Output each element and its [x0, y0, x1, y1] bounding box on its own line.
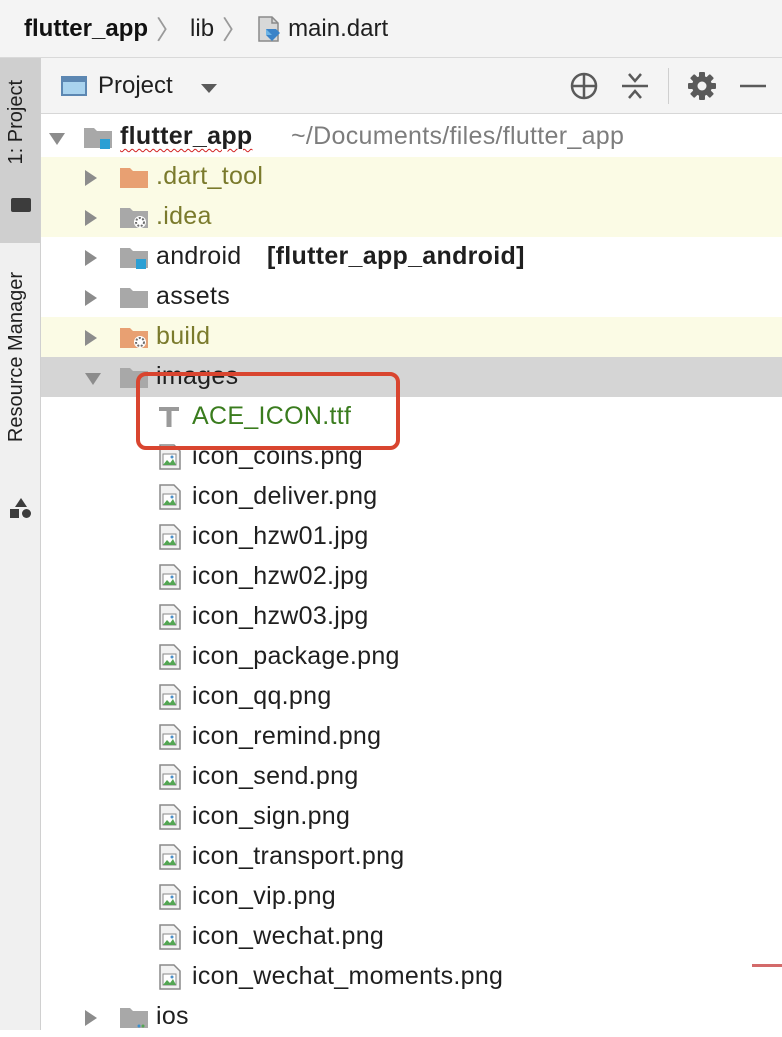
project-window-icon	[61, 76, 87, 96]
tree-label-build: build	[156, 322, 211, 350]
tree-label-root: flutter_app	[120, 122, 252, 151]
tree-row-file[interactable]: icon_deliver.png	[41, 477, 782, 517]
tree-file-label: icon_package.png	[192, 642, 400, 670]
project-view-selector[interactable]: Project	[98, 72, 173, 100]
tree-row-file[interactable]: icon_remind.png	[41, 717, 782, 757]
folder-icon	[11, 198, 31, 212]
tree-label-assets: assets	[156, 282, 231, 310]
image-file-icon	[159, 684, 181, 710]
root-name: flutter_app	[120, 122, 253, 150]
expand-arrow-icon[interactable]	[85, 250, 97, 266]
expand-arrow-icon[interactable]	[85, 210, 97, 226]
image-file-icon	[159, 884, 181, 910]
tree-label-android: android	[156, 242, 242, 270]
image-file-icon	[159, 644, 181, 670]
tree-file-label: icon_deliver.png	[192, 482, 378, 510]
tree-row-file[interactable]: icon_send.png	[41, 757, 782, 797]
image-file-icon	[159, 724, 181, 750]
breadcrumb-project[interactable]: flutter_app	[24, 15, 148, 43]
tree-row-assets[interactable]: assets	[41, 277, 782, 317]
tree-row-file[interactable]: icon_vip.png	[41, 877, 782, 917]
tree-file-label: icon_hzw03.jpg	[192, 602, 369, 630]
tree-root-path: ~/Documents/files/flutter_app	[291, 122, 625, 150]
tree-label-ios: ios	[156, 1002, 189, 1030]
tree-file-label: icon_wechat_moments.png	[192, 962, 504, 990]
tool-window-strip: 1: Project Resource Manager	[0, 58, 41, 1030]
crosshair-icon[interactable]	[568, 70, 600, 102]
expand-arrow-icon[interactable]	[85, 1010, 97, 1026]
chevron-down-icon[interactable]	[201, 84, 217, 93]
breadcrumb: flutter_app 〉 lib 〉 main.dart	[0, 0, 782, 58]
tree-file-label: icon_hzw02.jpg	[192, 562, 369, 590]
tree-row-file[interactable]: icon_sign.png	[41, 797, 782, 837]
tree-file-label: icon_remind.png	[192, 722, 382, 750]
module-folder-icon	[84, 128, 112, 149]
gear-icon[interactable]	[686, 70, 718, 102]
tree-row-file[interactable]: icon_hzw02.jpg	[41, 557, 782, 597]
tree-file-label: icon_hzw01.jpg	[192, 522, 369, 550]
excluded-folder-icon	[120, 328, 148, 348]
tree-row-ios[interactable]: ios	[41, 997, 782, 1037]
tree-row-file[interactable]: icon_qq.png	[41, 677, 782, 717]
tree-row-file[interactable]: icon_wechat_moments.png	[41, 957, 782, 997]
tree-row-idea[interactable]: .idea	[41, 197, 782, 237]
image-file-icon	[159, 524, 181, 550]
breadcrumb-folder[interactable]: lib	[190, 15, 214, 43]
resource-manager-icon	[10, 498, 31, 518]
image-file-icon	[159, 924, 181, 950]
expand-arrow-icon[interactable]	[85, 290, 97, 306]
image-file-icon	[159, 764, 181, 790]
image-file-icon	[159, 844, 181, 870]
folder-icon	[120, 288, 148, 308]
tree-file-label: icon_vip.png	[192, 882, 336, 910]
breadcrumb-file-label: main.dart	[288, 14, 389, 42]
expand-arrow-icon[interactable]	[85, 170, 97, 186]
error-stripe-marker	[752, 964, 782, 967]
resource-manager-tab[interactable]: Resource Manager	[0, 258, 40, 528]
project-panel-header: Project	[41, 58, 782, 114]
tree-row-file[interactable]: icon_wechat.png	[41, 917, 782, 957]
tree-row-file[interactable]: icon_hzw03.jpg	[41, 597, 782, 637]
collapse-all-icon[interactable]	[619, 70, 651, 102]
tree-row-build[interactable]: build	[41, 317, 782, 357]
expand-arrow-icon[interactable]	[85, 373, 101, 385]
tree-row-android[interactable]: android [flutter_app_android]	[41, 237, 782, 277]
tree-file-label: icon_transport.png	[192, 842, 405, 870]
project-tool-tab[interactable]: 1: Project	[0, 58, 40, 243]
config-folder-icon	[120, 208, 148, 228]
tree-row-dart-tool[interactable]: .dart_tool	[41, 157, 782, 197]
breadcrumb-file[interactable]: main.dart	[256, 15, 388, 43]
tree-file-label: icon_qq.png	[192, 682, 332, 710]
tree-file-label: icon_sign.png	[192, 802, 351, 830]
tree-row-root[interactable]: flutter_app ~/Documents/files/flutter_ap…	[41, 117, 782, 157]
image-file-icon	[159, 564, 181, 590]
dart-file-icon	[258, 15, 281, 42]
tree-label-idea: .idea	[156, 202, 212, 230]
project-tab-label: 1: Project	[5, 80, 27, 165]
folder-icon	[120, 1008, 148, 1028]
tree-row-file[interactable]: icon_hzw01.jpg	[41, 517, 782, 557]
header-divider	[668, 68, 669, 104]
tree-row-file[interactable]: icon_package.png	[41, 637, 782, 677]
tree-android-module: [flutter_app_android]	[267, 242, 525, 270]
image-file-icon	[159, 604, 181, 630]
expand-arrow-icon[interactable]	[49, 133, 65, 145]
tree-row-file[interactable]: icon_transport.png	[41, 837, 782, 877]
module-folder-icon	[120, 248, 148, 269]
image-file-icon	[159, 804, 181, 830]
folder-icon	[120, 168, 148, 188]
minimize-icon[interactable]	[737, 70, 769, 102]
image-file-icon	[159, 964, 181, 990]
tree-label-dart-tool: .dart_tool	[156, 162, 264, 190]
highlight-box	[136, 372, 400, 450]
tree-file-label: icon_wechat.png	[192, 922, 385, 950]
tree-file-label: icon_send.png	[192, 762, 359, 790]
image-file-icon	[159, 484, 181, 510]
chevron-right-icon: 〉	[156, 15, 183, 45]
chevron-right-icon: 〉	[222, 15, 249, 45]
resource-manager-label: Resource Manager	[5, 272, 27, 443]
expand-arrow-icon[interactable]	[85, 330, 97, 346]
